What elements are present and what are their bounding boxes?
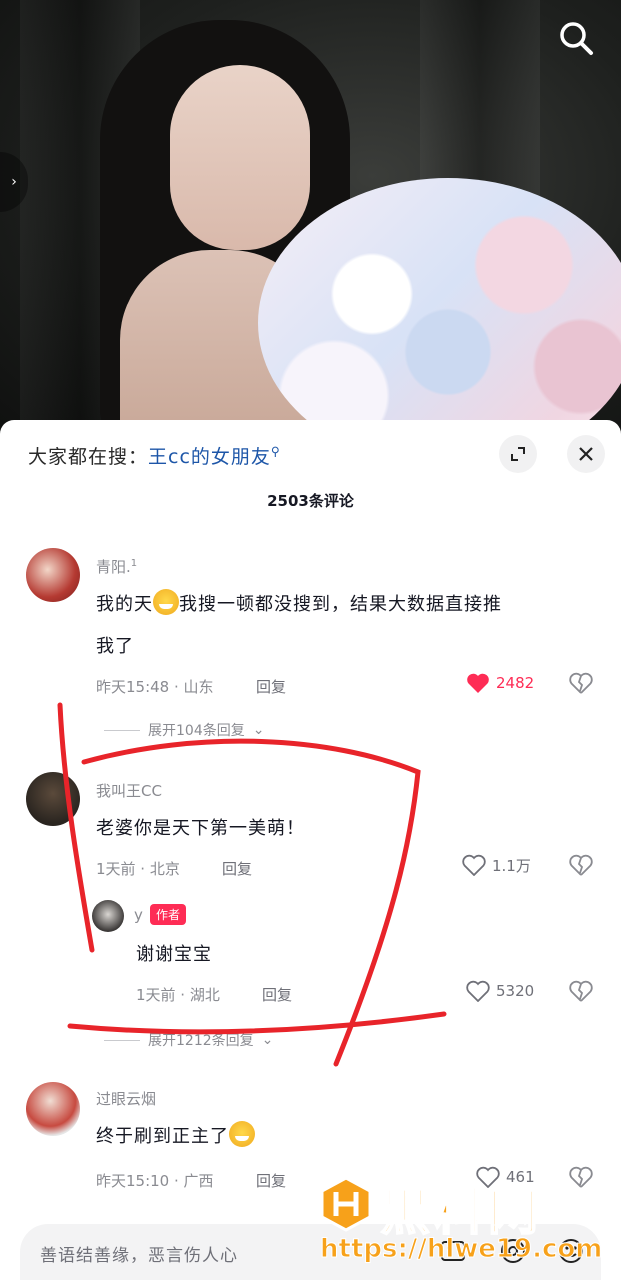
close-icon[interactable]: [567, 435, 605, 473]
trending-search-keyword[interactable]: 王cc的女朋友: [148, 446, 271, 468]
avatar[interactable]: [26, 1082, 80, 1136]
username-text: 青阳.: [96, 558, 131, 576]
broken-heart-icon[interactable]: [569, 672, 593, 696]
photo-face: [170, 65, 310, 250]
like-count: 2482: [496, 674, 535, 692]
grinning-emoji-icon: [229, 1121, 255, 1147]
avatar[interactable]: [26, 772, 80, 826]
comment-meta: 昨天15:10 · 广西: [96, 1172, 214, 1190]
crying-emoji-icon: [153, 589, 179, 615]
like-button[interactable]: 5320: [466, 980, 534, 1002]
expand-replies[interactable]: 展开1212条回复 ⌄: [104, 1030, 273, 1050]
expand-replies-label: 展开1212条回复: [148, 1033, 254, 1049]
heart-outline-icon: [462, 854, 486, 876]
reply-button[interactable]: 回复: [262, 984, 292, 1005]
trending-search[interactable]: 大家都在搜：王cc的女朋友⚲: [28, 442, 281, 469]
reply-meta: 1天前 · 湖北: [136, 986, 220, 1004]
comment-username[interactable]: 我叫王CC: [96, 780, 162, 801]
divider-line: [104, 1039, 140, 1041]
comment-username[interactable]: 青阳.1: [96, 556, 137, 577]
comment-sheet: 大家都在搜：王cc的女朋友⚲ 2503条评论 青阳.1 我的天 我搜一顿都没搜到，…: [0, 420, 621, 1280]
comment-text: 终于刷到正主了: [96, 1116, 255, 1158]
comment-text-part2: 我搜一顿都没搜到，结果大数据直接推: [179, 594, 502, 615]
username-superscript: 1: [130, 558, 138, 569]
divider-line: [104, 729, 140, 731]
heart-outline-icon: [466, 980, 490, 1002]
reply-button[interactable]: 回复: [222, 858, 252, 879]
chevron-down-icon: ⌄: [252, 722, 265, 738]
comment-text: 我的天 我搜一顿都没搜到，结果大数据直接推我了: [96, 584, 596, 668]
reply-text: 谢谢宝宝: [136, 944, 212, 965]
like-count: 5320: [496, 982, 535, 1000]
comment-text-part1: 终于刷到正主了: [96, 1126, 229, 1147]
watermark: 黑料网 https://hlwe19.com: [318, 1172, 618, 1280]
search-icon[interactable]: [556, 18, 596, 58]
comment-text-part1: 我的天: [96, 594, 153, 615]
expand-replies[interactable]: 展开104条回复 ⌄: [104, 720, 264, 740]
comment-count: 2503条评论: [267, 492, 354, 510]
watermark-logo-icon: [320, 1176, 372, 1232]
like-button[interactable]: 2482: [466, 672, 534, 694]
like-count: 1.1万: [492, 856, 531, 875]
watermark-url: https://hlwe19.com: [319, 1234, 603, 1265]
heart-filled-icon: [467, 673, 489, 693]
author-badge: 作者: [150, 904, 187, 925]
like-button[interactable]: 1.1万: [462, 854, 531, 876]
comment-username[interactable]: 过眼云烟: [96, 1088, 156, 1109]
broken-heart-icon[interactable]: [569, 980, 593, 1004]
broken-heart-icon[interactable]: [569, 854, 593, 878]
reply-button[interactable]: 回复: [256, 676, 286, 697]
reply-button[interactable]: 回复: [256, 1170, 286, 1191]
comment-meta: 1天前 · 北京: [96, 860, 180, 878]
search-small-icon: ⚲: [270, 444, 281, 459]
comment-input-placeholder: 善语结善缘，恶言伤人心: [40, 1246, 238, 1266]
expand-replies-label: 展开104条回复: [148, 723, 245, 739]
avatar[interactable]: [92, 900, 124, 932]
trending-search-prefix: 大家都在搜：: [28, 446, 149, 468]
comment-text-line2: 我了: [96, 636, 134, 657]
comment-meta: 昨天15:48 · 山东: [96, 678, 214, 696]
avatar[interactable]: [26, 548, 80, 602]
comment-text: 老婆你是天下第一美萌！: [96, 818, 305, 839]
chevron-down-icon: ⌄: [261, 1032, 274, 1048]
video-cover-photo[interactable]: ›: [0, 0, 621, 440]
expand-icon[interactable]: [499, 435, 537, 473]
reply-username[interactable]: y: [134, 906, 143, 924]
